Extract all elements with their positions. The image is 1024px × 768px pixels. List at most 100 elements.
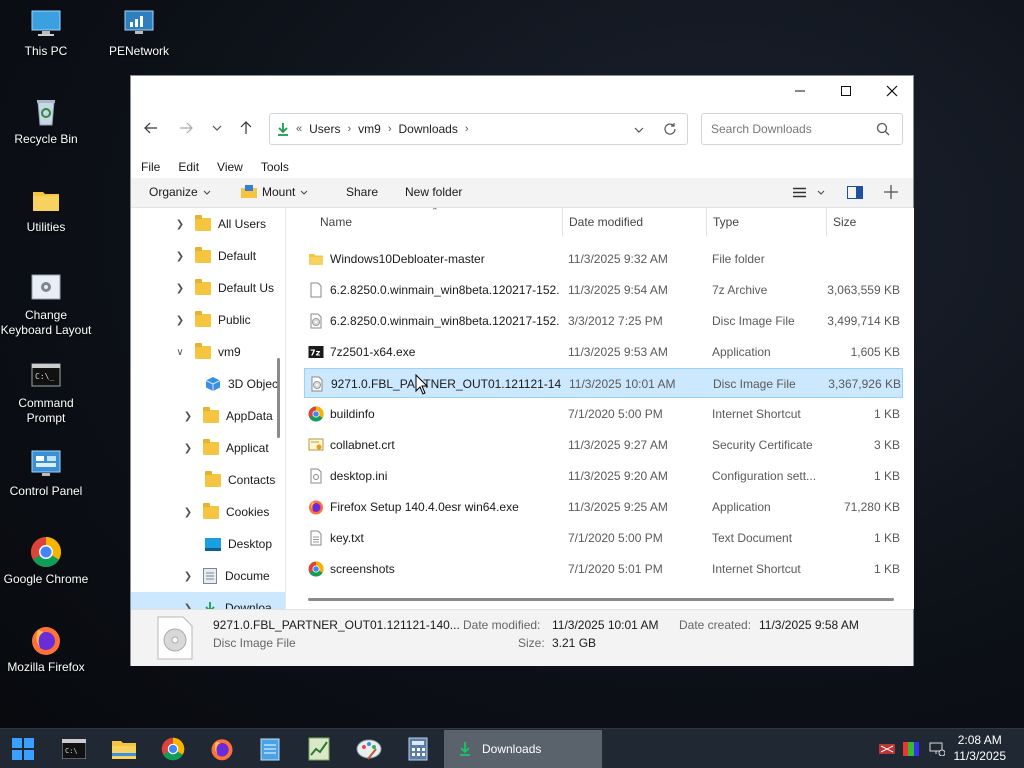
preview-pane-button[interactable] <box>847 186 863 199</box>
mount-button[interactable]: Mount <box>241 185 308 199</box>
taskbar-google-chrome[interactable] <box>159 735 187 763</box>
chevron-right-icon[interactable]: ❯ <box>173 251 187 262</box>
search-input[interactable]: Search Downloads <box>701 113 903 145</box>
nav-item-downloads[interactable]: ❯ Downloa <box>131 592 285 609</box>
nav-item-desktop[interactable]: Desktop <box>189 528 272 560</box>
file-row[interactable]: key.txt 7/1/2020 5:00 PM Text Document 1 KB <box>304 523 903 553</box>
file-row[interactable]: screenshots 7/1/2020 5:01 PM Internet Shor… <box>304 554 903 584</box>
column-divider[interactable] <box>706 208 707 236</box>
maximize-button[interactable] <box>823 76 869 106</box>
share-button[interactable]: Share <box>346 185 378 199</box>
desktop-icon-penetwork[interactable]: PENetwork <box>93 8 185 59</box>
column-header-date-modified[interactable]: Date modified <box>569 208 643 236</box>
file-row[interactable]: 6.2.8250.0.winmain_win8beta.120217-152..… <box>304 275 903 305</box>
taskbar-command-prompt[interactable]: C:\ <box>60 735 88 763</box>
new-item-button[interactable] <box>884 185 898 199</box>
column-divider[interactable] <box>562 208 563 236</box>
desktop-icon-recycle-bin[interactable]: Recycle Bin <box>0 96 92 147</box>
chevron-right-icon[interactable]: › <box>386 123 394 135</box>
nav-item-cookies[interactable]: ❯ Cookies <box>181 496 269 528</box>
column-header-type[interactable]: Type <box>713 208 739 236</box>
breadcrumb-overflow[interactable]: « <box>294 123 304 135</box>
menu-edit[interactable]: Edit <box>168 160 207 174</box>
chevron-right-icon[interactable]: ❯ <box>181 571 195 582</box>
chevron-right-icon[interactable]: ❯ <box>173 315 187 326</box>
taskbar-notepad[interactable] <box>256 735 284 763</box>
nav-item-3d-objects[interactable]: 3D Objec <box>189 368 278 400</box>
back-button[interactable] <box>137 114 165 142</box>
address-bar[interactable]: « Users › vm9 › Downloads › <box>269 113 688 145</box>
tray-display-icon[interactable] <box>900 735 922 763</box>
taskbar-task-manager[interactable] <box>305 735 333 763</box>
column-header-name[interactable]: Name <box>320 208 352 236</box>
desktop-icon-google-chrome[interactable]: Google Chrome <box>0 536 92 587</box>
file-row[interactable]: 9271.0.FBL_PARTNER_OUT01.121121-1401... 1… <box>304 368 903 398</box>
search-icon[interactable] <box>876 122 890 136</box>
menu-view[interactable]: View <box>207 160 251 174</box>
nav-item-vm9[interactable]: ∨ vm9 <box>173 336 241 368</box>
nav-item-appdata[interactable]: ❯ AppData <box>181 400 273 432</box>
chevron-right-icon[interactable]: ❯ <box>181 443 195 454</box>
minimize-button[interactable] <box>777 76 823 106</box>
taskbar-firefox[interactable] <box>208 735 236 763</box>
breadcrumb-users[interactable]: Users <box>304 122 345 136</box>
taskbar-downloads-window[interactable]: Downloads <box>444 730 602 768</box>
taskbar-clock[interactable]: 2:08 AM 11/3/2025 <box>954 732 1007 764</box>
nav-item-application-data[interactable]: ❯ Applicat <box>181 432 269 464</box>
file-explorer-window[interactable]: « Users › vm9 › Downloads › Search Downl… <box>130 75 914 666</box>
nav-item-default-user[interactable]: ❯ Default Us <box>173 272 274 304</box>
column-header-size[interactable]: Size <box>833 208 856 236</box>
breadcrumb-vm9[interactable]: vm9 <box>353 122 386 136</box>
nav-item-default[interactable]: ❯ Default <box>173 240 256 272</box>
start-button[interactable] <box>9 735 37 763</box>
chevron-right-icon[interactable]: ❯ <box>181 507 195 518</box>
navigation-pane[interactable]: ❯ All Users ❯ Default ❯ Default Us ❯ Public … <box>131 208 286 609</box>
file-row[interactable]: 6.2.8250.0.winmain_win8beta.120217-152..… <box>304 306 903 336</box>
up-button[interactable] <box>232 114 260 142</box>
nav-item-contacts[interactable]: Contacts <box>189 464 275 496</box>
chevron-right-icon[interactable]: ❯ <box>173 219 187 230</box>
desktop-icon-change-keyboard-layout[interactable]: Change Keyboard Layout <box>0 272 92 338</box>
title-bar[interactable] <box>131 76 913 108</box>
desktop-icon-mozilla-firefox[interactable]: Mozilla Firefox <box>0 624 92 675</box>
nav-item-public[interactable]: ❯ Public <box>173 304 251 336</box>
file-row[interactable]: Windows10Debloater-master 11/3/2025 9:32 … <box>304 244 903 274</box>
horizontal-scrollbar[interactable] <box>308 598 894 601</box>
file-list[interactable]: ⌃ Name Date modified Type Size Windows10… <box>286 208 914 609</box>
taskbar-file-explorer[interactable] <box>110 735 138 763</box>
view-options-button[interactable] <box>793 187 825 198</box>
new-folder-button[interactable]: New folder <box>405 185 462 199</box>
column-divider[interactable] <box>826 208 827 236</box>
file-row[interactable]: collabnet.crt 11/3/2025 9:27 AM Security C… <box>304 430 903 460</box>
breadcrumb-downloads[interactable]: Downloads <box>393 122 462 136</box>
chevron-right-icon[interactable]: › <box>345 123 353 135</box>
forward-button[interactable] <box>172 114 200 142</box>
nav-item-documents[interactable]: ❯ Docume <box>181 560 270 592</box>
chevron-right-icon[interactable]: ❯ <box>181 411 195 422</box>
chevron-right-icon[interactable]: ❯ <box>173 283 187 294</box>
tray-language-icon[interactable] <box>876 735 898 763</box>
tray-network-icon[interactable] <box>926 735 948 763</box>
file-row[interactable]: 7z 7z2501-x64.exe 11/3/2025 9:53 AM Applica… <box>304 337 903 367</box>
navigation-scrollbar[interactable] <box>277 358 280 438</box>
menu-tools[interactable]: Tools <box>251 160 297 174</box>
close-button[interactable] <box>869 76 915 106</box>
file-row[interactable]: Firefox Setup 140.4.0esr win64.exe 11/3/2… <box>304 492 903 522</box>
disc-image-icon <box>310 313 322 329</box>
desktop-icon-control-panel[interactable]: Control Panel <box>0 448 92 499</box>
file-row[interactable]: buildinfo 7/1/2020 5:00 PM Internet Shortc… <box>304 399 903 429</box>
chevron-down-icon[interactable]: ∨ <box>173 347 187 358</box>
address-history-chevron-icon[interactable] <box>634 127 644 133</box>
taskbar-paint[interactable] <box>355 735 383 763</box>
taskbar-calculator[interactable] <box>404 735 432 763</box>
organize-button[interactable]: Organize <box>149 185 211 199</box>
file-row[interactable]: desktop.ini 11/3/2025 9:20 AM Configuratio… <box>304 461 903 491</box>
menu-file[interactable]: File <box>131 160 168 174</box>
recent-locations-button[interactable] <box>203 114 231 142</box>
chevron-right-icon[interactable]: › <box>463 123 471 135</box>
refresh-icon[interactable] <box>663 122 677 136</box>
desktop-icon-this-pc[interactable]: This PC <box>0 8 92 59</box>
desktop-icon-utilities[interactable]: Utilities <box>0 184 92 235</box>
nav-item-all-users[interactable]: ❯ All Users <box>173 208 266 240</box>
desktop-icon-command-prompt[interactable]: C:\_ Command Prompt <box>0 360 92 426</box>
